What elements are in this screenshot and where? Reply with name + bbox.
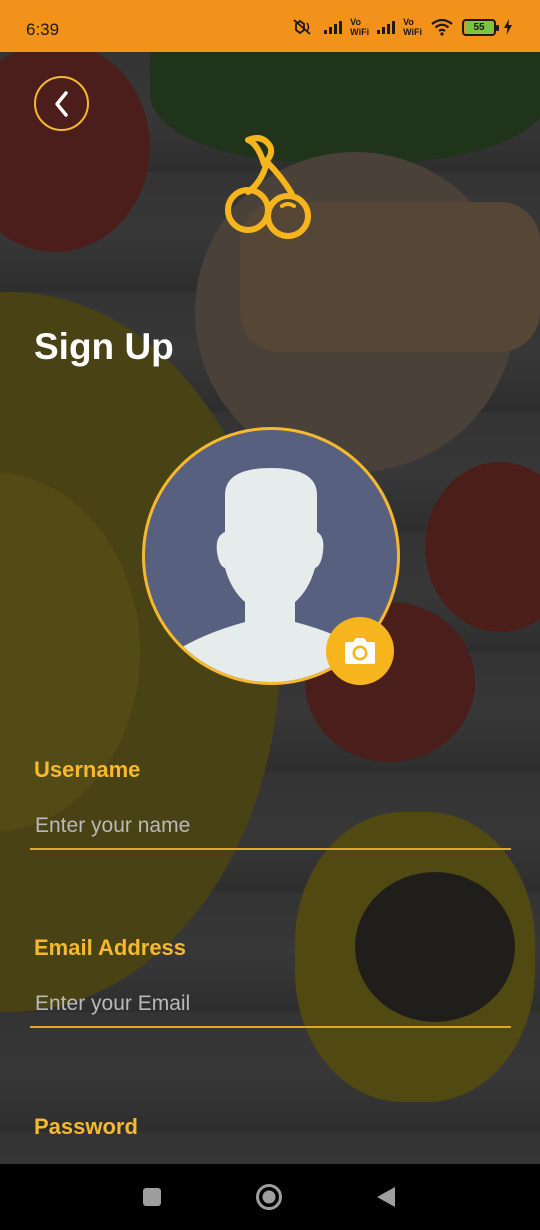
username-label: Username	[34, 757, 141, 782]
signal-icon-2	[377, 20, 396, 34]
status-time: 6:39	[26, 20, 60, 39]
chevron-left-icon	[54, 90, 68, 117]
username-input[interactable]	[30, 804, 511, 850]
signal-icon	[324, 20, 343, 34]
navigation-bar	[0, 1164, 540, 1230]
email-label: Email Address	[34, 935, 187, 960]
camera-button[interactable]	[326, 617, 394, 685]
battery-level: 55	[465, 21, 493, 33]
square-recents-icon	[143, 1188, 161, 1206]
vowifi-icon-2: Vo WiFi	[403, 17, 422, 37]
charging-bolt-icon	[504, 19, 512, 35]
password-label: Password	[34, 1114, 138, 1139]
camera-icon	[345, 638, 375, 664]
cherry-icon	[225, 135, 311, 239]
avatar-picker[interactable]	[142, 427, 400, 685]
mute-icon	[293, 19, 311, 35]
page-title: Sign Up	[34, 326, 174, 367]
status-icons: Vo WiFi Vo WiFi 55	[292, 17, 512, 37]
status-bar: 6:39 Vo WiFi Vo WiFi 55	[0, 0, 540, 52]
battery-icon: 55	[462, 18, 499, 36]
wifi-icon	[431, 18, 453, 36]
home-button[interactable]	[224, 1164, 314, 1230]
system-back-button[interactable]	[341, 1164, 431, 1230]
back-button[interactable]	[34, 76, 89, 131]
triangle-back-icon	[377, 1187, 395, 1207]
vowifi-icon: Vo WiFi	[350, 17, 370, 37]
recents-button[interactable]	[107, 1164, 197, 1230]
circle-home-icon	[256, 1184, 282, 1210]
email-input[interactable]	[30, 982, 511, 1028]
